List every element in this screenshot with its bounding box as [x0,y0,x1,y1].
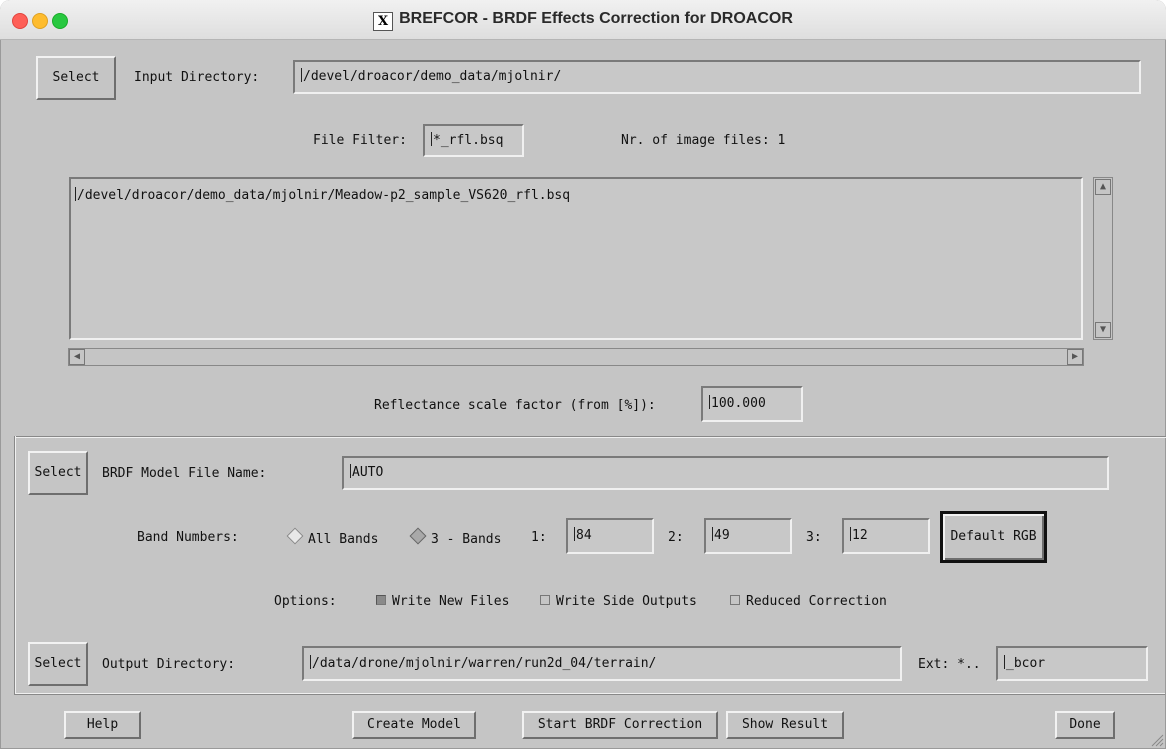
radio-3-bands-indicator [409,527,427,545]
checkbox-reduced-correction-box [730,595,740,605]
scale-factor-field[interactable]: 100.000 [701,386,803,422]
scale-factor-label: Reflectance scale factor (from [%]): [374,398,656,413]
done-button[interactable]: Done [1055,711,1115,739]
file-list-item[interactable]: /devel/droacor/demo_data/mjolnir/Meadow-… [75,187,1077,203]
brdf-model-file-field[interactable]: AUTO [342,456,1109,490]
radio-all-bands[interactable]: All Bands [286,527,378,547]
options-label: Options: [274,594,337,609]
create-model-button[interactable]: Create Model [352,711,476,739]
help-button[interactable]: Help [64,711,141,739]
brdf-model-file-label: BRDF Model File Name: [102,466,267,481]
radio-all-bands-indicator [286,527,304,545]
scroll-right-arrow-icon[interactable]: ▶ [1067,349,1083,365]
file-list[interactable]: /devel/droacor/demo_data/mjolnir/Meadow-… [69,177,1083,340]
input-directory-label: Input Directory: [134,70,260,85]
scroll-down-arrow-icon[interactable]: ▼ [1095,322,1111,338]
output-directory-field[interactable]: /data/drone/mjolnir/warren/run2d_04/terr… [302,646,902,681]
extension-label: Ext: *.. [918,657,981,672]
checkbox-reduced-correction[interactable]: Reduced Correction [730,594,887,609]
scroll-left-arrow-icon[interactable]: ◀ [69,349,85,365]
window-title-wrap: X BREFCOR - BRDF Effects Correction for D… [0,10,1166,31]
input-select-button[interactable]: Select [36,56,116,100]
image-file-count: Nr. of image files: 1 [621,133,786,148]
band1-label: 1: [531,530,547,545]
radio-3-bands[interactable]: 3 - Bands [409,527,501,547]
checkbox-write-side-outputs-box [540,595,550,605]
band3-label: 3: [806,530,822,545]
start-brdf-correction-button[interactable]: Start BRDF Correction [522,711,718,739]
band2-label: 2: [668,530,684,545]
output-directory-label: Output Directory: [102,657,236,672]
model-select-button[interactable]: Select [28,451,88,495]
app-window: X BREFCOR - BRDF Effects Correction for D… [0,0,1166,749]
title-bar: X BREFCOR - BRDF Effects Correction for D… [0,0,1166,40]
x-window-icon: X [373,12,394,31]
extension-field[interactable]: _bcor [996,646,1148,681]
input-directory-field[interactable]: /devel/droacor/demo_data/mjolnir/ [293,60,1141,94]
band3-field[interactable]: 12 [842,518,930,554]
checkbox-write-side-outputs[interactable]: Write Side Outputs [540,594,697,609]
band-numbers-label: Band Numbers: [137,530,239,545]
window-title: BREFCOR - BRDF Effects Correction for DR… [399,10,793,27]
default-rgb-button[interactable]: Default RGB [940,511,1047,563]
scroll-up-arrow-icon[interactable]: ▲ [1095,179,1111,195]
file-filter-label: File Filter: [313,133,407,148]
band2-field[interactable]: 49 [704,518,792,554]
file-list-vertical-scrollbar[interactable]: ▲ ▼ [1093,177,1113,340]
output-select-button[interactable]: Select [28,642,88,686]
resize-grip-icon[interactable] [1150,733,1164,747]
checkbox-write-new-files-box [376,595,386,605]
band1-field[interactable]: 84 [566,518,654,554]
file-list-horizontal-scrollbar[interactable]: ◀ ▶ [68,348,1084,366]
show-result-button[interactable]: Show Result [726,711,844,739]
checkbox-write-new-files[interactable]: Write New Files [376,594,509,609]
file-filter-field[interactable]: *_rfl.bsq [423,124,524,157]
